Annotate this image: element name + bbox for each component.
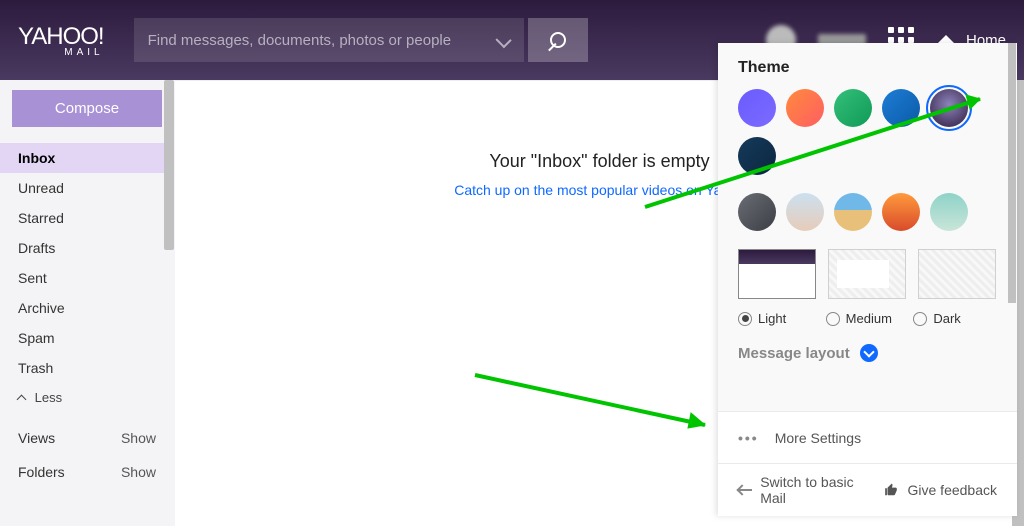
give-feedback-button[interactable]: Give feedback (884, 482, 998, 498)
folder-inbox[interactable]: Inbox (0, 143, 174, 173)
search-box[interactable] (134, 18, 524, 62)
thumb-up-icon (884, 483, 898, 497)
logo-subtext: MAIL (64, 47, 103, 58)
mode-radio-medium[interactable]: Medium (826, 311, 910, 326)
theme-preview-dark[interactable] (918, 249, 996, 299)
radio-dot-icon (738, 312, 752, 326)
mode-radio-dark[interactable]: Dark (913, 311, 997, 326)
theme-preview-medium[interactable] (828, 249, 906, 299)
folder-list: Inbox Unread Starred Drafts Sent Archive… (0, 143, 174, 383)
folder-unread[interactable]: Unread (0, 173, 174, 203)
give-feedback-label: Give feedback (908, 482, 998, 498)
folders-label: Folders (18, 464, 65, 480)
compose-button[interactable]: Compose (12, 90, 162, 127)
settings-footer: ••• More Settings Switch to basic Mail G… (718, 411, 1017, 516)
mode-radio-light[interactable]: Light (738, 311, 822, 326)
mode-radios: Light MediumDark (738, 311, 997, 326)
annotation-arrow-bottom (470, 370, 730, 440)
chevron-down-icon[interactable] (496, 32, 513, 49)
more-settings-row[interactable]: ••• More Settings (718, 412, 1017, 464)
theme-preview-light[interactable] (738, 249, 816, 299)
more-settings-label: More Settings (775, 430, 861, 446)
sidebar: Compose Inbox Unread Starred Drafts Sent… (0, 80, 175, 526)
folders-section: Folders Show (0, 446, 174, 480)
folder-archive[interactable]: Archive (0, 293, 174, 323)
folders-show[interactable]: Show (121, 464, 156, 480)
search (134, 18, 588, 62)
switch-basic-label: Switch to basic Mail (760, 474, 867, 506)
arrow-left-icon (738, 483, 750, 497)
sidebar-scrollbar[interactable] (164, 80, 174, 250)
search-icon (546, 29, 569, 52)
search-button[interactable] (528, 18, 588, 62)
yahoo-mail-logo[interactable]: YAHOO! MAIL (18, 23, 104, 58)
views-section: Views Show (0, 412, 174, 446)
views-label: Views (18, 430, 55, 446)
less-toggle[interactable]: Less (0, 383, 174, 412)
annotation-arrow-top (640, 85, 1010, 215)
folder-starred[interactable]: Starred (0, 203, 174, 233)
chevron-down-circle-icon (860, 344, 878, 362)
settings-footer-row: Switch to basic Mail Give feedback (718, 464, 1017, 516)
folder-trash[interactable]: Trash (0, 353, 174, 383)
more-icon: ••• (738, 430, 759, 446)
theme-header: Theme (738, 59, 997, 77)
chevron-up-icon (17, 395, 27, 405)
switch-basic-button[interactable]: Switch to basic Mail (738, 474, 868, 506)
radio-dot-icon (913, 312, 927, 326)
folder-spam[interactable]: Spam (0, 323, 174, 353)
less-label: Less (35, 390, 62, 405)
theme-previews (738, 249, 997, 299)
folder-sent[interactable]: Sent (0, 263, 174, 293)
views-show[interactable]: Show (121, 430, 156, 446)
search-input[interactable] (148, 32, 491, 49)
message-layout-toggle[interactable]: Message layout (738, 344, 997, 362)
folder-drafts[interactable]: Drafts (0, 233, 174, 263)
message-layout-label: Message layout (738, 345, 850, 362)
radio-dot-icon (826, 312, 840, 326)
